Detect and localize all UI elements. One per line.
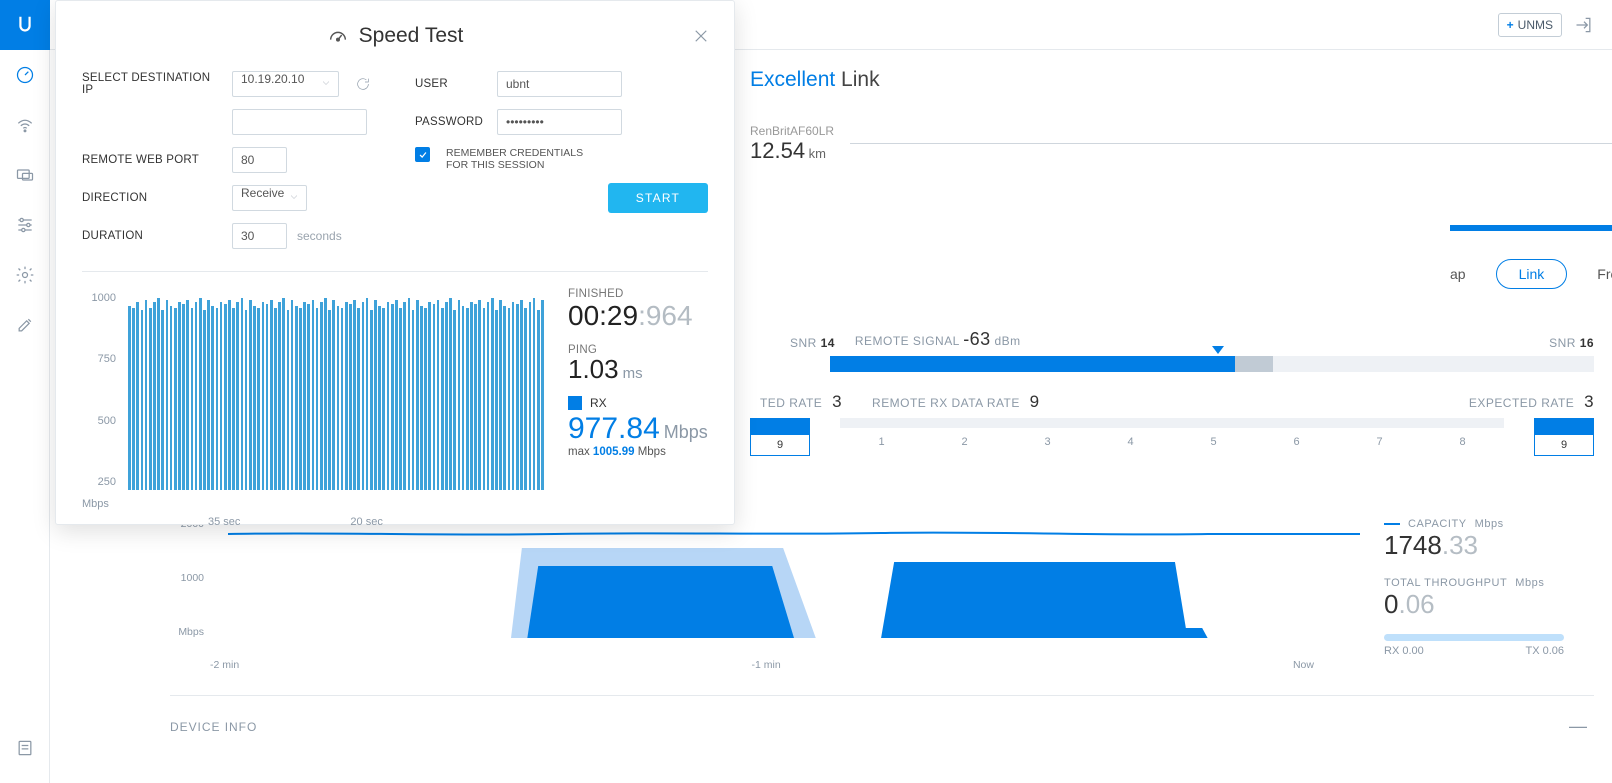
- close-icon[interactable]: [692, 27, 710, 45]
- duration-input[interactable]: [232, 223, 287, 249]
- logout-icon[interactable]: [1574, 15, 1594, 35]
- nav-devices[interactable]: [0, 150, 50, 200]
- direction-select[interactable]: Receive: [232, 185, 307, 211]
- nav-settings[interactable]: [0, 250, 50, 300]
- nav-wireless[interactable]: [0, 100, 50, 150]
- nav-config[interactable]: [0, 200, 50, 250]
- capacity-yaxis: 20001000Mbps: [170, 518, 204, 638]
- pill-map[interactable]: ap: [1450, 266, 1466, 282]
- capacity-chart: [228, 518, 1360, 638]
- unms-label: UNMS: [1518, 18, 1553, 32]
- web-port-input[interactable]: [232, 147, 287, 173]
- throughput-minibar: [1384, 634, 1564, 641]
- collapse-icon[interactable]: —: [1569, 716, 1588, 737]
- link-device-name: RenBritAF60LR: [750, 124, 834, 138]
- link-distance: 12.54: [750, 138, 805, 163]
- pill-fresnel[interactable]: Fresnel: [1597, 266, 1612, 282]
- capacity-stats: CAPACITY Mbps 1748.33 TOTAL THROUGHPUT M…: [1384, 518, 1594, 657]
- user-input[interactable]: [497, 71, 622, 97]
- refresh-icon[interactable]: [355, 76, 371, 92]
- link-arrow: [850, 143, 1612, 144]
- rate-box-right: 9: [1534, 418, 1594, 456]
- nav-notes[interactable]: [0, 723, 50, 773]
- speed-test-modal: Speed Test SELECT DESTINATION IP 10.19.2…: [55, 0, 735, 525]
- link-quality-title: Excellent Link: [750, 68, 1612, 92]
- remote-signal-bar: [830, 356, 1594, 372]
- gauge-icon: [327, 25, 349, 47]
- sidebar: [0, 0, 50, 783]
- password-input[interactable]: [497, 109, 622, 135]
- rate-scale: 1 2 3 4 5 6 7 8: [840, 418, 1504, 448]
- remember-checkbox[interactable]: [415, 147, 430, 162]
- frequency-bar: 69.12 GHz 2.16 GHz (68.04 - 70.20): [1450, 205, 1612, 249]
- start-button[interactable]: START: [608, 183, 708, 213]
- speedtest-chart: 1000750 500250 Mbps 35 sec 20 sec: [82, 288, 544, 528]
- dest-ip-extra-input[interactable]: [232, 109, 367, 135]
- speedtest-stats: FINISHED 00:29:964 PING 1.03ms RX 977.84…: [568, 288, 708, 528]
- brand-logo[interactable]: [0, 0, 50, 50]
- dest-ip-select[interactable]: 10.19.20.10: [232, 71, 339, 97]
- modal-title: Speed Test: [327, 24, 464, 48]
- chevron-down-icon: [288, 191, 300, 203]
- unms-button[interactable]: + UNMS: [1498, 13, 1562, 37]
- chevron-down-icon: [320, 77, 332, 89]
- nav-tools[interactable]: [0, 300, 50, 350]
- pill-link[interactable]: Link: [1496, 259, 1568, 289]
- nav-dashboard[interactable]: [0, 50, 50, 100]
- capacity-xaxis: -2 min-1 minNow: [210, 659, 1594, 671]
- view-pills: ap Link Fresnel: [1450, 259, 1612, 289]
- rate-box-left: 9: [750, 418, 810, 456]
- rx-legend-swatch: [568, 396, 582, 410]
- device-info-header[interactable]: DEVICE INFO —: [170, 695, 1594, 737]
